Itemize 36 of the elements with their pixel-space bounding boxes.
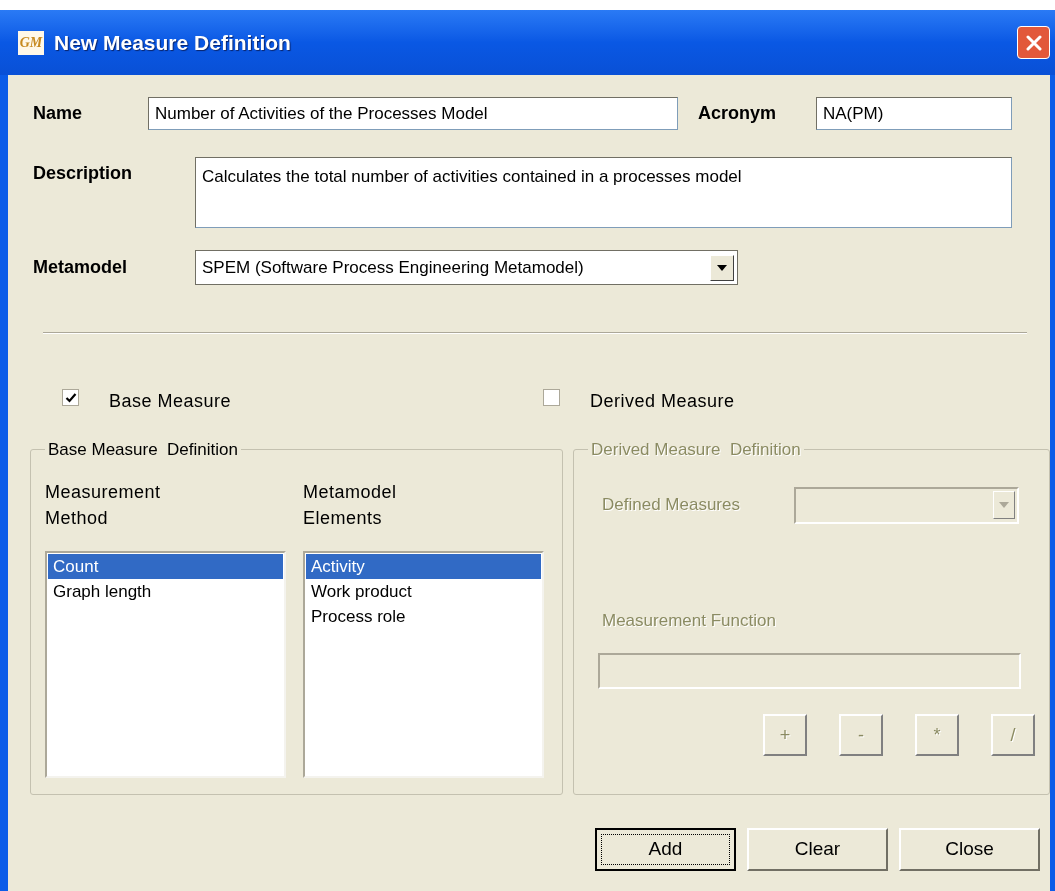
group-title: Base Measure Definition: [47, 439, 239, 461]
app-icon: GM: [18, 30, 44, 55]
checkbox-label: Derived Measure: [590, 390, 735, 413]
group-title: Derived Measure Definition: [590, 439, 802, 461]
field-label: Metamodel: [33, 256, 129, 279]
column-heading: Metamodel Elements: [303, 480, 398, 530]
checkbox[interactable]: [62, 389, 79, 406]
list-item[interactable]: Activity: [306, 553, 541, 579]
dialog-button[interactable]: Clear: [747, 828, 888, 871]
text-area[interactable]: Calculates the total number of activities contained in a processes model: [195, 157, 1012, 228]
list-item[interactable]: Count: [48, 553, 283, 579]
field-label: Defined Measures: [602, 494, 741, 517]
list-item[interactable]: Process role: [306, 603, 541, 629]
column-heading: Measurement Method: [45, 480, 162, 530]
checkbox[interactable]: [543, 389, 561, 406]
dropdown-button[interactable]: [710, 254, 734, 281]
caret-icon: [717, 264, 727, 271]
input-field[interactable]: NA(PM): [816, 97, 1012, 130]
field-label: Name: [33, 102, 84, 125]
list-box[interactable]: Activity Work product Process role: [303, 550, 544, 778]
field-label: Acronym: [698, 102, 778, 125]
dropdown-value: SPEM (Software Process Engineering Metamodel): [202, 256, 584, 279]
list-item[interactable]: Graph length: [48, 578, 283, 604]
window-title: New Measure Definition: [54, 29, 291, 56]
input-field[interactable]: Number of Activities of the Processes Model: [148, 97, 678, 130]
dialog-button[interactable]: Close: [899, 828, 1040, 871]
list-item[interactable]: Work product: [306, 578, 541, 604]
list-box[interactable]: Count Graph length: [45, 550, 286, 778]
close-button[interactable]: [1017, 26, 1050, 59]
dropdown[interactable]: SPEM (Software Process Engineering Metamodel): [195, 250, 738, 285]
checkbox-label: Base Measure: [109, 390, 232, 413]
close-icon: [1025, 34, 1042, 51]
caret-icon: [999, 502, 1009, 508]
dialog-button[interactable]: Add: [595, 828, 736, 871]
field-label: Description: [33, 162, 134, 185]
field-label: Measurement Function: [602, 609, 777, 632]
